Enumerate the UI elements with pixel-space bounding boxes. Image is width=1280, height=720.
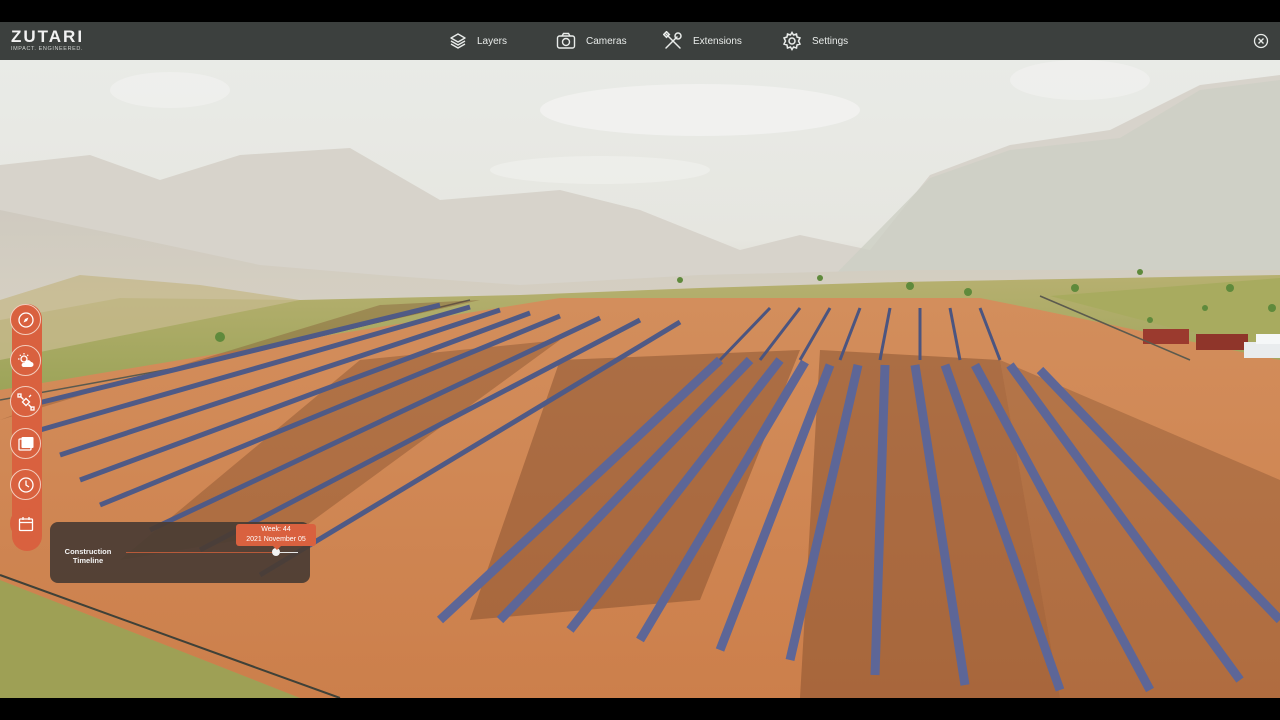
gallery-button[interactable] (10, 428, 41, 459)
compass-icon (17, 311, 34, 328)
timeline-date: 2021 November 05 (246, 536, 306, 543)
camera-icon (556, 32, 576, 50)
letterbox-top (0, 0, 1280, 22)
zutari-logo: ZUTARI IMPACT. ENGINEERED. (11, 28, 84, 52)
tools-icon (663, 31, 683, 51)
nav-extensions[interactable]: Extensions (663, 22, 742, 60)
gallery-icon (17, 436, 33, 451)
satellite-icon (16, 392, 35, 411)
calendar-icon (18, 516, 33, 531)
gear-icon (782, 31, 802, 51)
weather-button[interactable] (10, 345, 41, 376)
close-icon (1253, 33, 1269, 49)
solar-farm-scene (0, 60, 1280, 698)
nav-settings-label: Settings (812, 35, 849, 47)
logo-tagline: IMPACT. ENGINEERED. (11, 46, 84, 52)
close-button[interactable] (1253, 33, 1269, 49)
timeline-label: Construction Timeline (60, 547, 116, 565)
nav-layers-label: Layers (477, 35, 508, 47)
nav-cameras[interactable]: Cameras (556, 22, 627, 60)
timeline-label-line1: Construction (64, 547, 112, 556)
3d-viewport[interactable] (0, 60, 1280, 698)
logo-text: ZUTARI (11, 27, 85, 46)
timeline-track-remaining (280, 552, 298, 553)
timeline-week: Week: 44 (261, 526, 291, 533)
clock-icon (17, 476, 34, 493)
satellite-button[interactable] (10, 386, 41, 417)
nav-cameras-label: Cameras (586, 35, 627, 47)
construction-timeline-panel: Construction Timeline Week: 44 2021 Nove… (50, 522, 316, 583)
nav-extensions-label: Extensions (693, 35, 742, 47)
timeline-label-line2: Timeline (72, 556, 104, 565)
nav-layers[interactable]: Layers (449, 22, 507, 60)
weather-icon (17, 352, 33, 367)
compass-button[interactable] (10, 304, 41, 335)
layers-icon (449, 32, 467, 50)
nav-settings[interactable]: Settings (782, 22, 848, 60)
timeline-tooltip: Week: 44 2021 November 05 (236, 524, 316, 550)
letterbox-bottom (0, 698, 1280, 720)
clock-button[interactable] (10, 469, 41, 500)
top-navigation-bar: ZUTARI IMPACT. ENGINEERED. Layers Camera… (0, 22, 1280, 60)
calendar-button[interactable] (10, 508, 41, 539)
